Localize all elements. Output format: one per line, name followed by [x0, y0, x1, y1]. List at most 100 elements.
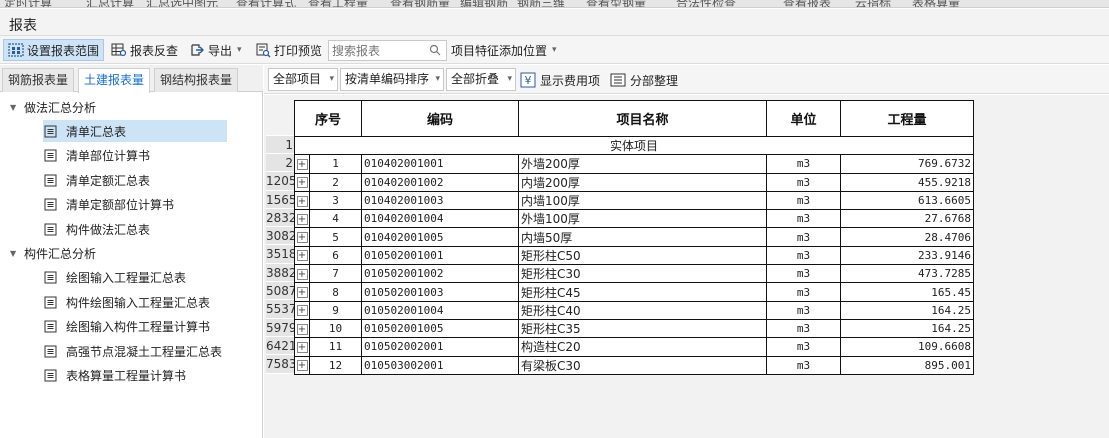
table-row[interactable]: +1 010402001001 外墙200厚 m3 769.6732 [294, 154, 974, 174]
menu-item[interactable]: 查看计算式 [236, 0, 296, 7]
feature-position-dropdown[interactable]: 项目特征添加位置 ▾ [447, 39, 561, 61]
cell-quantity: 455.9218 [840, 172, 974, 192]
expand-plus-icon[interactable]: + [296, 177, 308, 189]
cell-no: 7 [309, 264, 362, 284]
tree-item-table-quantity-calc[interactable]: 表格算量工程量计算书 [0, 364, 262, 389]
tab-civil-report[interactable]: 土建报表量 [78, 68, 151, 93]
expand-plus-icon[interactable]: + [296, 287, 308, 299]
table-row[interactable]: +5 010402001005 内墙50厚 m3 28.4706 [294, 227, 974, 247]
menu-item[interactable]: 查看报表 [783, 0, 831, 7]
collapse-arrow-icon[interactable]: ▼ [10, 249, 24, 258]
cell-code: 010402001002 [361, 172, 519, 192]
export-icon [191, 44, 204, 56]
row-number: 3882 [266, 263, 297, 283]
fold-value: 全部折叠 [451, 72, 500, 86]
tab-steel-structure-report[interactable]: 钢结构报表量 [154, 68, 239, 92]
expand-plus-icon[interactable]: + [296, 232, 308, 244]
all-items-value: 全部项目 [273, 72, 322, 86]
part-arrange-label: 分部整理 [630, 73, 679, 88]
tree-group-method-summary[interactable]: ▼ 做法汇总分析 [0, 95, 262, 119]
column-header-no: 序号 [294, 100, 362, 137]
report-search-input[interactable] [329, 41, 425, 60]
menu-item[interactable]: 查看工程量 [308, 0, 368, 7]
table-row[interactable]: +4 010402001004 外墙100厚 m3 27.6768 [294, 209, 974, 229]
cell-code: 010502001002 [361, 264, 519, 284]
table-row[interactable]: +11 010502002001 构造柱C20 m3 109.6608 [294, 337, 974, 357]
grid-range-icon [8, 43, 24, 57]
table-row[interactable]: +6 010502001001 矩形柱C50 m3 233.9146 [294, 245, 974, 266]
expand-plus-icon[interactable]: + [296, 341, 308, 353]
menu-item[interactable]: 云指标 [855, 0, 891, 7]
tree-item-drawing-input-summary[interactable]: 绘图输入工程量汇总表 [0, 266, 262, 291]
sort-select[interactable]: 按清单编码排序 ▾ [340, 68, 444, 91]
expand-cell: + [294, 300, 310, 320]
row-number: 1205 [266, 172, 297, 191]
tree-item-component-method-summary[interactable]: 构件做法汇总表 [0, 217, 262, 242]
tree-item-bill-location-calc[interactable]: 清单部位计算书 [0, 144, 262, 169]
feature-position-label: 项目特征添加位置 [451, 43, 548, 58]
report-reverse-check-button[interactable]: 报表反查 [107, 39, 182, 61]
expand-cell: + [294, 227, 310, 247]
part-arrange-button[interactable]: 分部整理 [610, 69, 678, 91]
table-row[interactable]: +9 010502001004 矩形柱C40 m3 164.25 [294, 300, 974, 320]
expand-plus-icon[interactable]: + [296, 195, 308, 207]
menu-item[interactable]: 表格算量 [912, 0, 960, 7]
menu-item[interactable]: 汇总计算 [86, 0, 134, 7]
report-tree: ▼ 做法汇总分析 清单汇总表 清单部位计算书 清单定额汇总表 清单定额部位计算书… [0, 95, 262, 388]
cell-unit: m3 [766, 245, 841, 266]
cell-code: 010502001003 [361, 282, 519, 302]
menu-item[interactable]: 查看钢筋量 [390, 0, 450, 7]
table-row[interactable]: +12 010503002001 有梁板C30 m3 895.001 [294, 355, 974, 375]
tree-item-bill-quota-summary[interactable]: 清单定额汇总表 [0, 168, 262, 193]
menu-item[interactable]: 汇总选中图元 [146, 0, 218, 7]
report-search-box [328, 40, 447, 61]
tree-item-bill-summary[interactable]: 清单汇总表 [0, 119, 262, 144]
document-icon [44, 174, 57, 187]
table-row[interactable]: +3 010402001003 内墙100厚 m3 613.6605 [294, 190, 974, 211]
svg-text:¥: ¥ [525, 74, 532, 87]
report-type-tabs: 钢筋报表量 土建报表量 钢结构报表量 [0, 65, 263, 93]
tree-group-component-summary[interactable]: ▼ 构件汇总分析 [0, 242, 262, 266]
cell-quantity: 109.6608 [840, 337, 974, 357]
collapse-arrow-icon[interactable]: ▼ [10, 103, 24, 112]
search-icon[interactable] [429, 44, 441, 56]
window-titlebar: 报表 [0, 9, 1109, 36]
top-menu-strip: 定时计算 汇总计算 汇总选中图元 查看计算式 查看工程量 查看钢筋量 编辑钢筋 … [0, 0, 1109, 8]
tab-rebar-report[interactable]: 钢筋报表量 [2, 68, 75, 92]
expand-plus-icon[interactable]: + [296, 305, 308, 317]
table-row[interactable]: +7 010502001002 矩形柱C30 m3 473.7285 [294, 264, 974, 284]
expand-plus-icon[interactable]: + [296, 268, 308, 280]
table-row[interactable]: +8 010502001003 矩形柱C45 m3 165.45 [294, 282, 974, 302]
tree-item-high-strength-node-summary[interactable]: 高强节点混凝土工程量汇总表 [0, 339, 262, 364]
cell-code: 010502002001 [361, 337, 519, 357]
tree-item-drawing-component-calc[interactable]: 绘图输入构件工程量计算书 [0, 315, 262, 340]
fold-select[interactable]: 全部折叠 ▾ [446, 68, 516, 91]
expand-plus-icon[interactable]: + [296, 323, 308, 335]
menu-item[interactable]: 合法性检查 [676, 0, 736, 7]
cell-quantity: 233.9146 [840, 245, 974, 266]
expand-plus-icon[interactable]: + [296, 213, 308, 225]
cell-name: 内墙200厚 [518, 172, 767, 192]
print-preview-icon [256, 43, 271, 58]
menu-item[interactable]: 定时计算 [4, 0, 52, 7]
all-items-select[interactable]: 全部项目 ▾ [268, 68, 338, 91]
tree-item-bill-quota-location-calc[interactable]: 清单定额部位计算书 [0, 193, 262, 218]
cell-name: 矩形柱C50 [518, 245, 767, 266]
menu-item[interactable]: 编辑钢筋 [460, 0, 508, 7]
print-preview-button[interactable]: 打印预览 [251, 39, 326, 61]
cell-quantity: 613.6605 [840, 190, 974, 211]
cell-name: 矩形柱C45 [518, 282, 767, 302]
expand-plus-icon[interactable]: + [296, 158, 308, 170]
export-button[interactable]: 导出 ▾ [185, 39, 246, 61]
chevron-down-icon: ▾ [507, 74, 512, 84]
expand-plus-icon[interactable]: + [296, 250, 308, 262]
menu-item[interactable]: 钢筋三维 [517, 0, 565, 7]
table-row[interactable]: +2 010402001002 内墙200厚 m3 455.9218 [294, 172, 974, 192]
tree-item-component-drawing-summary[interactable]: 构件绘图输入工程量汇总表 [0, 290, 262, 315]
menu-item[interactable]: 查看型钢量 [586, 0, 646, 7]
cell-no: 12 [309, 355, 362, 375]
set-report-range-button[interactable]: 设置报表范围 [3, 39, 105, 61]
table-row[interactable]: +10 010502001005 矩形柱C35 m3 164.25 [294, 318, 974, 339]
expand-plus-icon[interactable]: + [296, 360, 308, 372]
show-fee-items-button[interactable]: ¥ 显示费用项 [520, 69, 600, 91]
